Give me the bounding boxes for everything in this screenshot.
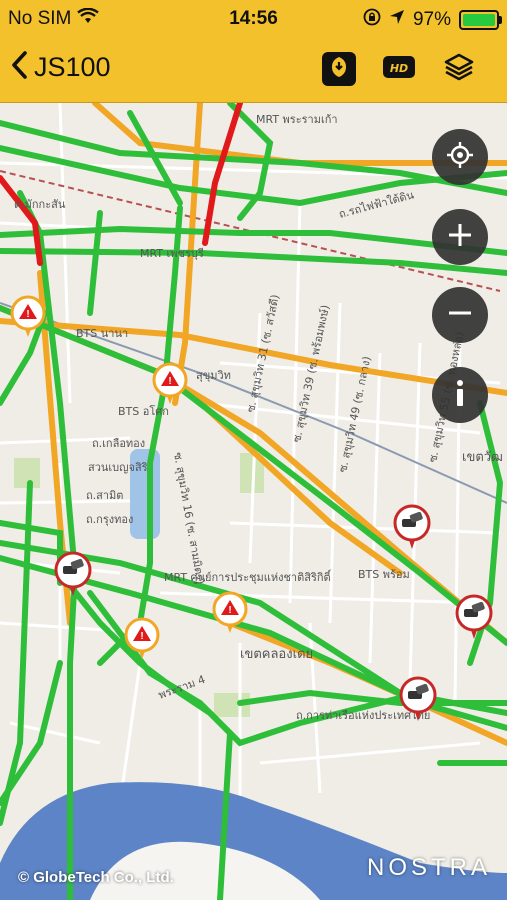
- map-label: BTS อโศก: [118, 404, 169, 418]
- map-label: MRT เพชรบุรี: [140, 247, 204, 260]
- map-label: BTS พร้อม: [358, 568, 410, 581]
- map-label: สุขุมวิท: [196, 369, 231, 382]
- map-label: ต.มักกะสัน: [14, 198, 66, 211]
- battery-icon: [459, 10, 502, 30]
- location-arrow-icon: [389, 9, 405, 31]
- map-label: MRT พระรามเก้า: [256, 113, 338, 126]
- map-label: เขตวัฒ: [462, 450, 503, 465]
- zoom-in-button[interactable]: [432, 209, 488, 265]
- status-bar: No SIM 14:56 97%: [0, 0, 507, 36]
- map-label: ถ.กรุงทอง: [86, 513, 133, 526]
- battery-percent: 97%: [412, 9, 451, 30]
- zoom-in-icon: [447, 222, 473, 253]
- back-button[interactable]: JS100: [10, 50, 111, 85]
- incident-report-button[interactable]: [322, 52, 356, 86]
- layers-icon: [443, 51, 475, 88]
- incident-report-icon: [326, 54, 352, 85]
- locate-me-button[interactable]: [432, 129, 488, 185]
- map-label: BTS นานา: [76, 327, 128, 340]
- map-label: ถ.สามิต: [86, 489, 123, 502]
- traffic-map[interactable]: MRT พระรามเก้า ต.มักกะสัน ถ.รถไฟฟ้าใต้ดิ…: [0, 103, 507, 900]
- zoom-out-icon: [447, 300, 473, 331]
- info-button[interactable]: [432, 367, 488, 423]
- svg-text:!: !: [26, 309, 29, 320]
- map-label: ถ.เกลือทอง: [92, 437, 145, 450]
- zoom-out-button[interactable]: [432, 287, 488, 343]
- nav-bar: JS100 HD: [0, 36, 507, 103]
- hd-camera-icon: HD: [381, 52, 417, 87]
- locate-me-icon: [446, 141, 474, 174]
- nostra-logo: NOSTRA: [366, 854, 491, 881]
- page-title: JS100: [34, 52, 111, 82]
- map-canvas[interactable]: MRT พระรามเก้า ต.มักกะสัน ถ.รถไฟฟ้าใต้ดิ…: [0, 103, 507, 900]
- svg-text:!: !: [140, 631, 143, 642]
- orientation-lock-icon: [363, 8, 381, 32]
- map-copyright: © GlobeTech Co., Ltd.: [18, 869, 174, 886]
- map-label: MRT ศูนย์การประชุมแห่งชาติสิริกิติ์: [164, 569, 332, 584]
- layers-button[interactable]: [440, 50, 478, 88]
- svg-text:HD: HD: [390, 62, 408, 75]
- info-icon: [453, 379, 467, 412]
- svg-text:!: !: [168, 376, 171, 387]
- map-label: เขตคลองเตย: [240, 647, 313, 662]
- map-label: สวนเบญจสิริ: [88, 461, 148, 474]
- hd-camera-button[interactable]: HD: [380, 50, 418, 88]
- chevron-left-icon: [10, 50, 28, 85]
- svg-text:!: !: [228, 605, 231, 616]
